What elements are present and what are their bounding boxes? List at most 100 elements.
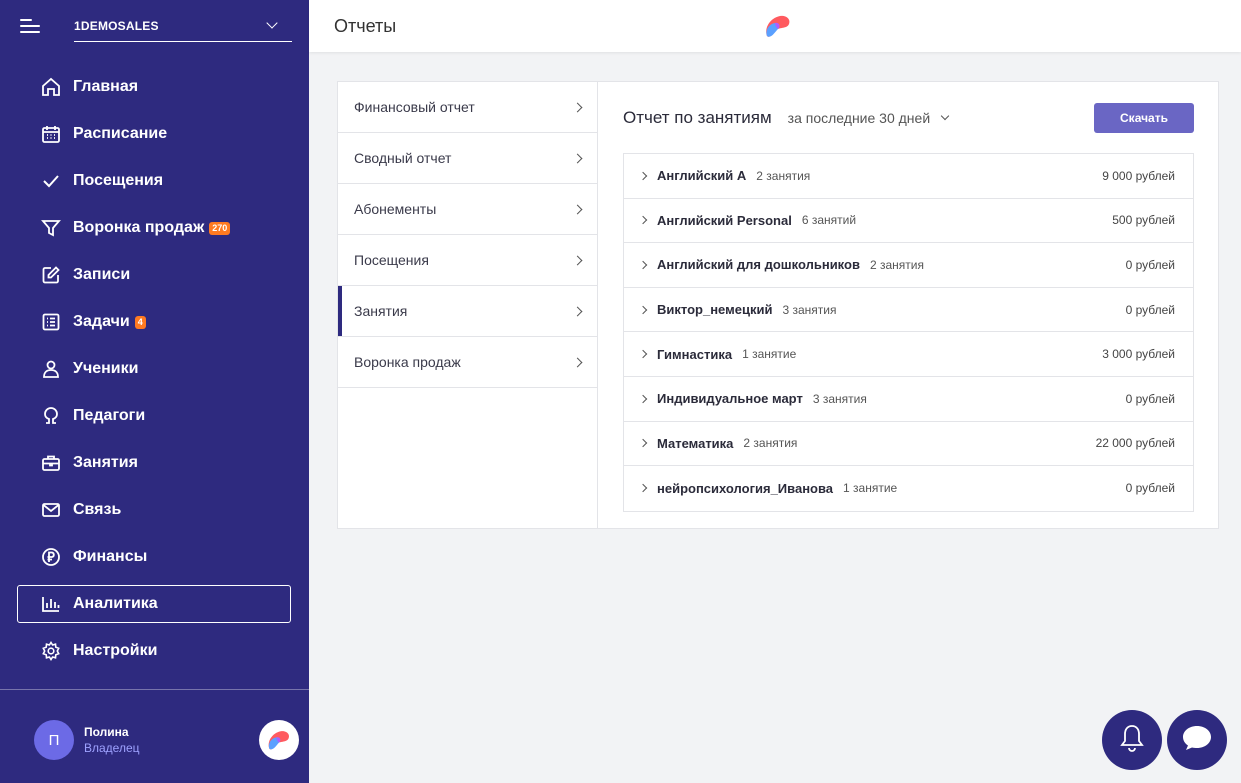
sidebar-item-communication[interactable]: Связь bbox=[17, 491, 291, 529]
teacher-icon bbox=[40, 405, 62, 427]
chevron-right-icon bbox=[638, 349, 648, 359]
user-role: Владелец bbox=[84, 741, 140, 755]
sidebar-item-students[interactable]: Ученики bbox=[17, 350, 291, 388]
ruble-icon bbox=[40, 546, 62, 568]
report-title: Отчет по занятиям bbox=[623, 108, 772, 127]
list-item[interactable]: Виктор_немецкий 3 занятия 0 рублей bbox=[624, 288, 1193, 333]
list-item[interactable]: Английский Personal 6 занятий 500 рублей bbox=[624, 199, 1193, 244]
download-button[interactable]: Скачать bbox=[1094, 103, 1194, 133]
chevron-right-icon bbox=[638, 394, 648, 404]
check-icon bbox=[40, 170, 62, 192]
menu-toggle-icon[interactable] bbox=[20, 18, 42, 34]
report-menu-item[interactable]: Финансовый отчет bbox=[338, 82, 597, 133]
chat-icon bbox=[1181, 724, 1213, 757]
list-item[interactable]: Математика 2 занятия 22 000 рублей bbox=[624, 422, 1193, 467]
chart-icon bbox=[40, 593, 62, 615]
lesson-name: Индивидуальное март bbox=[657, 391, 803, 407]
lesson-count: 1 занятие bbox=[742, 347, 797, 362]
sidebar-item-label: Связь bbox=[73, 501, 122, 518]
sidebar-item-label: Ученики bbox=[73, 360, 139, 377]
count-badge: 270 bbox=[209, 221, 231, 235]
sidebar-item-label: Воронка продаж bbox=[73, 219, 205, 236]
lesson-count: 1 занятие bbox=[843, 481, 898, 496]
tasks-icon bbox=[40, 311, 62, 333]
lesson-sum: 9 000 рублей bbox=[1102, 168, 1175, 183]
sidebar: 1DEMOSALES Главная Расписание Посещения … bbox=[0, 0, 309, 783]
page-title: Отчеты bbox=[334, 16, 397, 36]
lesson-name: нейропсихология_Иванова bbox=[657, 480, 834, 496]
lesson-count: 2 занятия bbox=[756, 168, 811, 183]
sidebar-item-sales-funnel[interactable]: Воронка продаж 270 bbox=[17, 209, 291, 247]
mail-icon bbox=[40, 499, 62, 521]
report-menu-item[interactable]: Абонементы bbox=[338, 184, 597, 235]
briefcase-icon bbox=[40, 452, 62, 474]
sidebar-item-label: Главная bbox=[73, 78, 139, 95]
top-header: Отчеты bbox=[309, 0, 1241, 52]
user-icon bbox=[40, 358, 62, 380]
sidebar-item-label: Педагоги bbox=[73, 407, 146, 424]
sidebar-item-label: Записи bbox=[73, 266, 131, 283]
sidebar-item-label: Аналитика bbox=[73, 595, 158, 612]
lesson-count: 2 занятия bbox=[869, 257, 924, 272]
chevron-right-icon bbox=[638, 305, 648, 314]
list-item[interactable]: Английский A 2 занятия 9 000 рублей bbox=[624, 154, 1193, 199]
app-logo-icon[interactable] bbox=[259, 720, 299, 760]
report-menu-item[interactable]: Сводный отчет bbox=[338, 133, 597, 184]
chevron-right-icon bbox=[572, 255, 583, 265]
lesson-sum: 0 рублей bbox=[1125, 391, 1175, 406]
sidebar-item-home[interactable]: Главная bbox=[17, 68, 291, 106]
edit-icon bbox=[40, 264, 62, 286]
sidebar-item-settings[interactable]: Настройки bbox=[17, 632, 291, 670]
lesson-sum: 0 рублей bbox=[1125, 302, 1175, 317]
report-menu-label: Абонементы bbox=[354, 201, 437, 217]
sidebar-item-finance[interactable]: Финансы bbox=[17, 538, 291, 576]
org-selector[interactable]: 1DEMOSALES bbox=[74, 10, 292, 42]
chevron-right-icon bbox=[638, 439, 648, 448]
notifications-button[interactable] bbox=[1102, 710, 1162, 770]
report-menu-item-active[interactable]: Занятия bbox=[338, 286, 597, 337]
org-name: 1DEMOSALES bbox=[74, 18, 159, 33]
chevron-right-icon bbox=[572, 102, 583, 112]
list-item[interactable]: нейропсихология_Иванова 1 занятие 0 рублей bbox=[624, 466, 1193, 511]
sidebar-item-analytics[interactable]: Аналитика bbox=[17, 585, 291, 623]
lesson-name: Английский A bbox=[657, 168, 747, 184]
sidebar-divider bbox=[0, 689, 309, 690]
lesson-name: Английский для дошкольников bbox=[657, 257, 860, 273]
sidebar-item-records[interactable]: Записи bbox=[17, 256, 291, 294]
sidebar-item-label: Финансы bbox=[73, 548, 148, 565]
calendar-icon bbox=[40, 123, 62, 145]
sidebar-item-attendance[interactable]: Посещения bbox=[17, 162, 291, 200]
chevron-right-icon bbox=[638, 484, 648, 493]
user-profile[interactable]: П Полина Владелец bbox=[34, 720, 140, 760]
avatar: П bbox=[34, 720, 74, 760]
lesson-sum: 0 рублей bbox=[1125, 257, 1175, 272]
chevron-right-icon bbox=[638, 216, 648, 225]
sidebar-item-label: Настройки bbox=[73, 642, 158, 659]
report-menu-label: Занятия bbox=[354, 303, 408, 319]
sidebar-item-schedule[interactable]: Расписание bbox=[17, 115, 291, 153]
lesson-name: Английский Personal bbox=[657, 212, 792, 228]
report-menu-label: Финансовый отчет bbox=[354, 99, 475, 115]
chevron-right-icon bbox=[572, 153, 583, 163]
report-menu-item[interactable]: Посещения bbox=[338, 235, 597, 286]
report-menu-item[interactable]: Воронка продаж bbox=[338, 337, 597, 388]
report-menu-label: Сводный отчет bbox=[354, 150, 452, 166]
home-icon bbox=[40, 76, 62, 98]
sidebar-item-label: Задачи bbox=[73, 313, 130, 330]
sidebar-item-lessons[interactable]: Занятия bbox=[17, 444, 291, 482]
user-name: Полина bbox=[84, 725, 129, 739]
list-item[interactable]: Английский для дошкольников 2 занятия 0 ру… bbox=[624, 243, 1193, 288]
list-item[interactable]: Гимнастика 1 занятие 3 000 рублей bbox=[624, 332, 1193, 377]
sidebar-nav: Главная Расписание Посещения Воронка про… bbox=[17, 68, 291, 679]
lesson-count: 3 занятия bbox=[812, 391, 867, 406]
lessons-list: Английский A 2 занятия 9 000 рублей Англий… bbox=[623, 153, 1194, 512]
app-logo-icon bbox=[761, 10, 795, 47]
sidebar-item-teachers[interactable]: Педагоги bbox=[17, 397, 291, 435]
chat-button[interactable] bbox=[1167, 710, 1227, 770]
list-item[interactable]: Индивидуальное март 3 занятия 0 рублей bbox=[624, 377, 1193, 422]
period-selector[interactable]: за последние 30 дней bbox=[788, 110, 950, 126]
sidebar-item-tasks[interactable]: Задачи 4 bbox=[17, 303, 291, 341]
lesson-count: 2 занятия bbox=[743, 436, 798, 451]
gear-icon bbox=[40, 640, 62, 662]
report-menu-label: Посещения bbox=[354, 252, 429, 268]
